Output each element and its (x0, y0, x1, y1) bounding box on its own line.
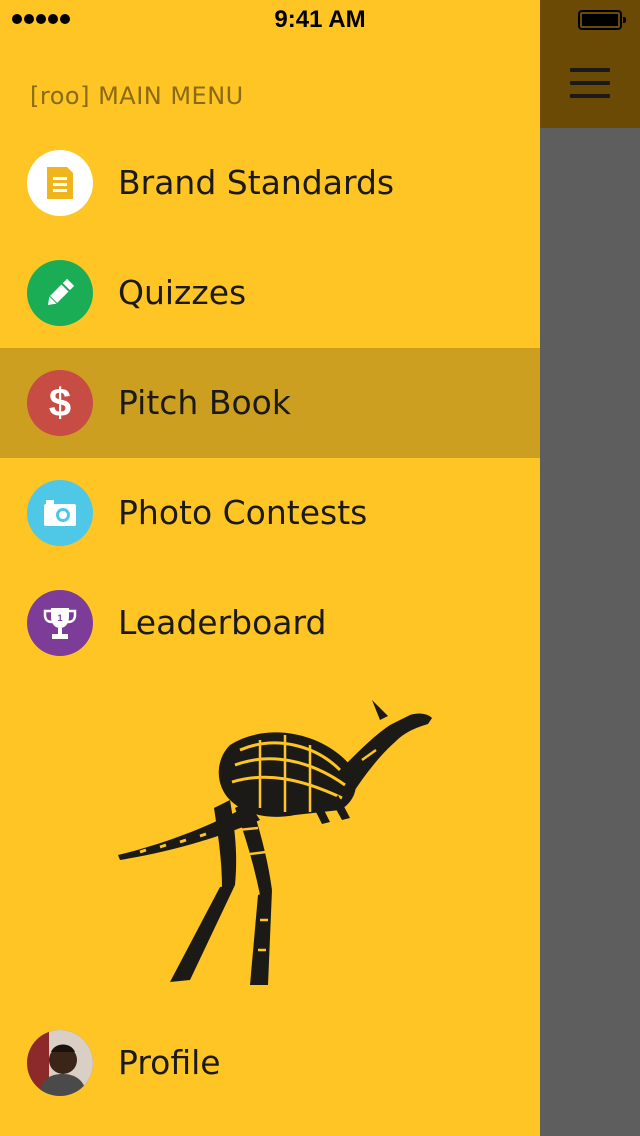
pencil-icon (27, 260, 93, 326)
hamburger-menu-icon[interactable] (570, 68, 610, 98)
menu-item-label: Pitch Book (118, 383, 291, 422)
menu-item-pitch-book[interactable]: $ Pitch Book (0, 348, 540, 458)
menu-item-label: Photo Contests (118, 493, 368, 532)
dollar-icon: $ (27, 370, 93, 436)
battery-icon (578, 10, 626, 30)
status-bar: 9:41 AM (0, 0, 640, 40)
avatar (27, 1030, 93, 1096)
menu-item-photo-contests[interactable]: Photo Contests (0, 458, 540, 568)
menu-item-label: Leaderboard (118, 603, 327, 642)
status-time: 9:41 AM (274, 6, 366, 33)
document-icon (27, 150, 93, 216)
menu-item-brand-standards[interactable]: Brand Standards (0, 128, 540, 238)
menu-item-leaderboard[interactable]: 1 Leaderboard (0, 568, 540, 678)
menu-item-label: Brand Standards (118, 163, 395, 202)
camera-icon (27, 480, 93, 546)
menu-item-profile[interactable]: Profile (0, 1008, 540, 1118)
app-screen: [roo] MAIN MENU Brand Standards Quizzes … (0, 0, 640, 1136)
trophy-icon: 1 (27, 590, 93, 656)
side-drawer: [roo] MAIN MENU Brand Standards Quizzes … (0, 0, 540, 1136)
svg-text:1: 1 (57, 613, 62, 623)
menu-item-label: Profile (118, 1043, 221, 1082)
menu-item-label: Quizzes (118, 273, 247, 312)
menu-heading: [roo] MAIN MENU (30, 82, 244, 110)
menu-item-quizzes[interactable]: Quizzes (0, 238, 540, 348)
kangaroo-logo (118, 700, 432, 985)
